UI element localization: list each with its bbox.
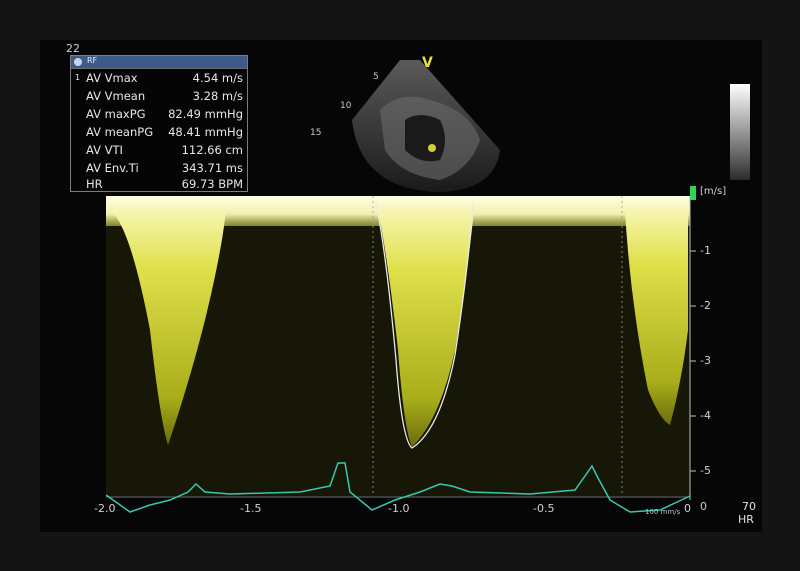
measurement-value: 48.41 mmHg (168, 125, 243, 139)
time-tick: -1.5 (240, 502, 262, 515)
measurement-value: 4.54 m/s (192, 71, 243, 85)
measurement-value: 82.49 mmHg (168, 107, 243, 121)
grayscale-bar (730, 84, 750, 180)
measurement-row: AV meanPG 48.41 mmHg (71, 124, 247, 142)
measurement-name: AV meanPG (86, 125, 154, 139)
measurement-name: AV Env.Ti (86, 161, 139, 175)
measurement-row: HR 69.73 BPM (71, 176, 247, 194)
measurement-row: AV Vmean 3.28 m/s (71, 88, 247, 106)
velocity-unit: [m/s] (700, 186, 727, 197)
velocity-tick: -4 (700, 409, 711, 422)
time-tick: 0 (684, 502, 691, 515)
view-marker: V (422, 55, 433, 71)
measurement-tag: RF (87, 56, 98, 65)
measurement-value: 343.71 ms (181, 161, 243, 175)
velocity-tick: -3 (700, 354, 711, 367)
time-tick: -1.0 (388, 502, 410, 515)
measurement-value: 112.66 cm (181, 143, 243, 157)
measurement-name: AV Vmean (86, 89, 146, 103)
velocity-tick: 0 (700, 500, 707, 513)
measurement-panel-header: RF (71, 56, 247, 69)
measurement-name: AV maxPG (86, 107, 146, 121)
sweep-speed: 100 mm/s (645, 508, 681, 516)
measurement-row: AV VTI 112.66 cm (71, 142, 247, 160)
measurement-row: 1 AV Vmax 4.54 m/s (71, 70, 247, 88)
depth-mark: 5 (373, 72, 379, 82)
measurement-name: HR (86, 177, 103, 191)
time-tick: -0.5 (533, 502, 555, 515)
measurement-name: AV VTI (86, 143, 123, 157)
time-tick: -2.0 (94, 502, 116, 515)
measurement-value: 69.73 BPM (181, 177, 243, 191)
depth-mark: 15 (310, 128, 322, 138)
measurement-name: AV Vmax (86, 71, 138, 85)
echo-doppler-screen: 22 RF 1 AV Vmax 4.54 m/s AV Vmean 3.28 m… (0, 0, 800, 571)
velocity-tick: -2 (700, 299, 711, 312)
measurement-row: AV maxPG 82.49 mmHg (71, 106, 247, 124)
frame-number: 22 (66, 42, 80, 55)
measurement-value: 3.28 m/s (192, 89, 243, 103)
measurement-panel: RF 1 AV Vmax 4.54 m/s AV Vmean 3.28 m/s … (70, 55, 248, 192)
baseline-marker[interactable] (690, 186, 696, 200)
heart-rate-value: 70 (742, 500, 756, 513)
heart-rate-label: HR (738, 513, 754, 526)
velocity-tick: -1 (700, 244, 711, 257)
row-index: 1 (75, 73, 81, 82)
record-dot-icon (74, 58, 82, 66)
velocity-tick: -5 (700, 464, 711, 477)
depth-mark: 10 (340, 101, 352, 111)
